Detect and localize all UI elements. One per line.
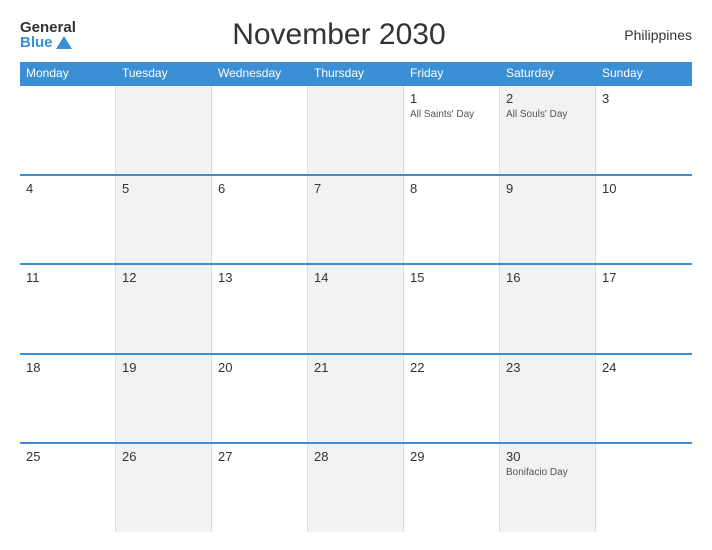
day-number: 3 bbox=[602, 91, 686, 106]
day-number: 23 bbox=[506, 360, 589, 375]
day-number: 8 bbox=[410, 181, 493, 196]
calendar-cell: 22 bbox=[404, 355, 500, 443]
day-number: 13 bbox=[218, 270, 301, 285]
calendar-cell: 19 bbox=[116, 355, 212, 443]
day-number: 11 bbox=[26, 270, 109, 285]
day-number: 28 bbox=[314, 449, 397, 464]
calendar-cell: 8 bbox=[404, 176, 500, 264]
calendar: MondayTuesdayWednesdayThursdayFridaySatu… bbox=[20, 62, 692, 532]
header-day-monday: Monday bbox=[20, 62, 116, 84]
calendar-cell bbox=[20, 86, 116, 174]
day-number: 12 bbox=[122, 270, 205, 285]
calendar-cell: 14 bbox=[308, 265, 404, 353]
calendar-cell: 5 bbox=[116, 176, 212, 264]
day-number: 4 bbox=[26, 181, 109, 196]
header-day-wednesday: Wednesday bbox=[212, 62, 308, 84]
day-number: 14 bbox=[314, 270, 397, 285]
calendar-cell: 21 bbox=[308, 355, 404, 443]
day-number: 19 bbox=[122, 360, 205, 375]
logo-triangle-icon bbox=[56, 36, 72, 49]
day-number: 22 bbox=[410, 360, 493, 375]
day-number: 26 bbox=[122, 449, 205, 464]
calendar-week-4: 18 19 20 21 22 23 24 bbox=[20, 353, 692, 443]
header-day-friday: Friday bbox=[404, 62, 500, 84]
header-day-tuesday: Tuesday bbox=[116, 62, 212, 84]
calendar-cell: 12 bbox=[116, 265, 212, 353]
day-number: 1 bbox=[410, 91, 493, 106]
day-number: 10 bbox=[602, 181, 686, 196]
page: General Blue November 2030 Philippines M… bbox=[0, 0, 712, 550]
calendar-cell: 17 bbox=[596, 265, 692, 353]
calendar-header: MondayTuesdayWednesdayThursdayFridaySatu… bbox=[20, 62, 692, 84]
day-number: 5 bbox=[122, 181, 205, 196]
calendar-cell bbox=[116, 86, 212, 174]
calendar-cell: 11 bbox=[20, 265, 116, 353]
header-day-thursday: Thursday bbox=[308, 62, 404, 84]
calendar-cell: 26 bbox=[116, 444, 212, 532]
calendar-cell: 16 bbox=[500, 265, 596, 353]
day-number: 29 bbox=[410, 449, 493, 464]
calendar-cell: 23 bbox=[500, 355, 596, 443]
day-number: 24 bbox=[602, 360, 686, 375]
calendar-cell: 2 All Souls' Day bbox=[500, 86, 596, 174]
calendar-cell: 29 bbox=[404, 444, 500, 532]
day-number: 17 bbox=[602, 270, 686, 285]
calendar-cell: 4 bbox=[20, 176, 116, 264]
calendar-cell: 10 bbox=[596, 176, 692, 264]
day-number: 20 bbox=[218, 360, 301, 375]
calendar-cell: 24 bbox=[596, 355, 692, 443]
calendar-week-1: 1 All Saints' Day 2 All Souls' Day 3 bbox=[20, 84, 692, 174]
calendar-cell: 25 bbox=[20, 444, 116, 532]
day-event: Bonifacio Day bbox=[506, 466, 589, 479]
day-number: 25 bbox=[26, 449, 109, 464]
day-number: 30 bbox=[506, 449, 589, 464]
day-number: 16 bbox=[506, 270, 589, 285]
logo-blue-text: Blue bbox=[20, 35, 72, 50]
calendar-week-5: 25 26 27 28 29 30 Bonifacio Day bbox=[20, 442, 692, 532]
calendar-cell: 9 bbox=[500, 176, 596, 264]
header-day-saturday: Saturday bbox=[500, 62, 596, 84]
day-event: All Souls' Day bbox=[506, 108, 589, 121]
day-number: 2 bbox=[506, 91, 589, 106]
calendar-title: November 2030 bbox=[76, 18, 602, 52]
logo: General Blue bbox=[20, 20, 76, 50]
day-number: 21 bbox=[314, 360, 397, 375]
day-number: 7 bbox=[314, 181, 397, 196]
day-number: 9 bbox=[506, 181, 589, 196]
day-number: 18 bbox=[26, 360, 109, 375]
day-number: 27 bbox=[218, 449, 301, 464]
header: General Blue November 2030 Philippines bbox=[20, 18, 692, 52]
calendar-cell bbox=[596, 444, 692, 532]
calendar-week-2: 456789 10 bbox=[20, 174, 692, 264]
header-day-sunday: Sunday bbox=[596, 62, 692, 84]
calendar-body: 1 All Saints' Day 2 All Souls' Day 3 456789 10… bbox=[20, 84, 692, 532]
day-event: All Saints' Day bbox=[410, 108, 493, 121]
calendar-cell: 28 bbox=[308, 444, 404, 532]
calendar-cell: 27 bbox=[212, 444, 308, 532]
calendar-week-3: 11 12 13 14 15 16 17 bbox=[20, 263, 692, 353]
calendar-cell bbox=[212, 86, 308, 174]
calendar-cell: 30 Bonifacio Day bbox=[500, 444, 596, 532]
calendar-cell: 6 bbox=[212, 176, 308, 264]
calendar-cell: 3 bbox=[596, 86, 692, 174]
calendar-cell: 1 All Saints' Day bbox=[404, 86, 500, 174]
country-label: Philippines bbox=[602, 27, 692, 43]
calendar-cell: 20 bbox=[212, 355, 308, 443]
logo-general-text: General bbox=[20, 20, 76, 35]
day-number: 6 bbox=[218, 181, 301, 196]
calendar-cell: 18 bbox=[20, 355, 116, 443]
day-number: 15 bbox=[410, 270, 493, 285]
calendar-cell: 7 bbox=[308, 176, 404, 264]
calendar-cell: 15 bbox=[404, 265, 500, 353]
calendar-cell: 13 bbox=[212, 265, 308, 353]
calendar-cell bbox=[308, 86, 404, 174]
